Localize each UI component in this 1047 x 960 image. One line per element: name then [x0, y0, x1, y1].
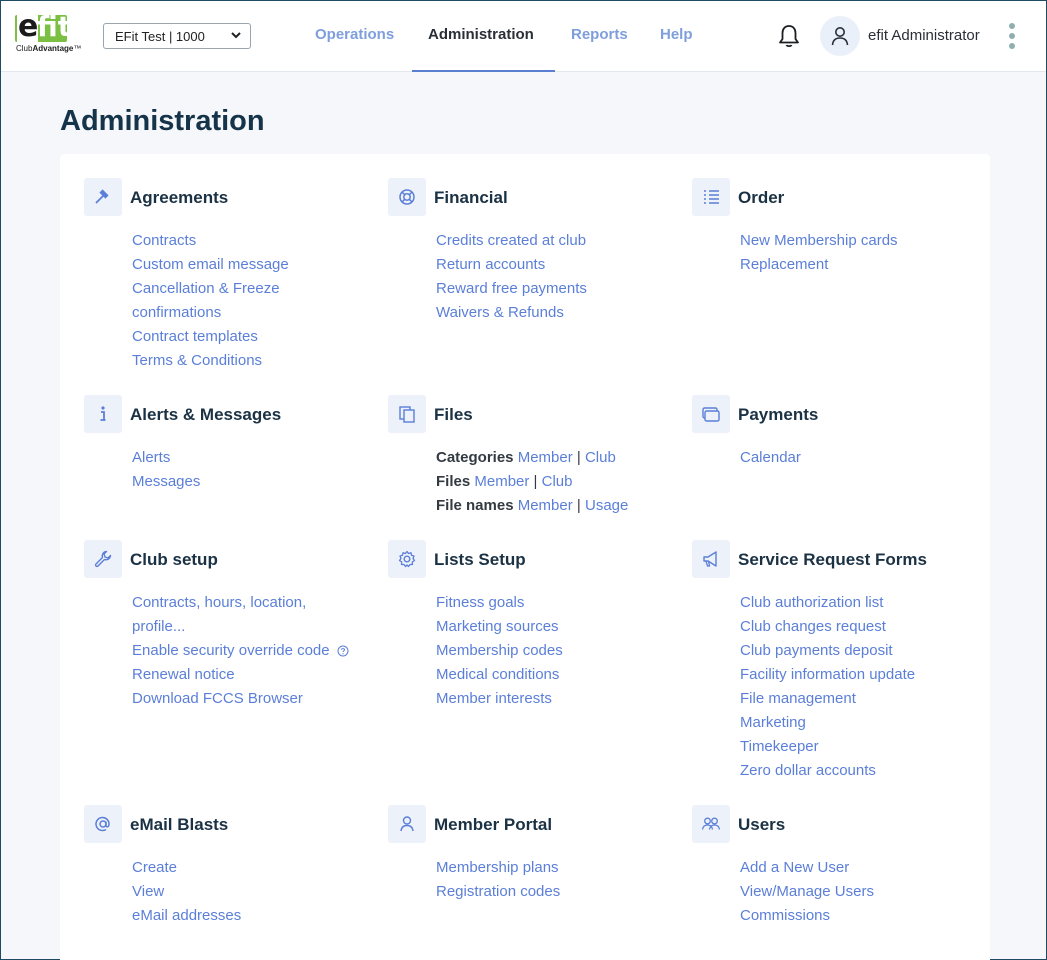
link-waivers-refunds[interactable]: Waivers & Refunds [436, 301, 676, 325]
files-row-categories: Categories Member | Club [436, 449, 616, 466]
user-icon [831, 27, 849, 46]
cards-icon [692, 395, 730, 433]
link-view[interactable]: View [132, 880, 372, 904]
link-cancellation-freeze[interactable]: Cancellation & Freeze confirmations [132, 277, 292, 325]
link-calendar[interactable]: Calendar [740, 446, 980, 470]
megaphone-icon [692, 540, 730, 578]
security-override-row: Enable security override code [132, 639, 372, 663]
section-title: Service Request Forms [738, 550, 927, 569]
section-title: Alerts & Messages [130, 405, 282, 424]
section-title: Files [434, 405, 473, 424]
link-view-manage-users[interactable]: View/Manage Users [740, 880, 980, 904]
link-new-membership-cards[interactable]: New Membership cards [740, 229, 980, 253]
link-marketing[interactable]: Marketing [740, 711, 980, 735]
avatar[interactable] [820, 16, 860, 56]
link-club-authorization-list[interactable]: Club authorization list [740, 591, 980, 615]
link-reward-free-payments[interactable]: Reward free payments [436, 277, 676, 301]
link-file-names-usage[interactable]: Usage [585, 497, 628, 514]
link-contracts[interactable]: Contracts [132, 229, 372, 253]
link-download-fccs-browser[interactable]: Download FCCS Browser [132, 687, 372, 711]
section-title: Payments [738, 405, 819, 424]
section-title: Lists Setup [434, 550, 526, 569]
link-email-addresses[interactable]: eMail addresses [132, 904, 372, 928]
logo-e: e [17, 9, 38, 44]
section-title: Users [738, 815, 786, 834]
link-alerts[interactable]: Alerts [132, 446, 372, 470]
link-membership-codes[interactable]: Membership codes [436, 639, 676, 663]
link-create[interactable]: Create [132, 856, 372, 880]
nav-administration[interactable]: Administration [428, 26, 534, 43]
gear-icon [388, 540, 426, 578]
efit-logo[interactable]: e fit ClubAdvantage™ [15, 9, 89, 57]
link-fitness-goals[interactable]: Fitness goals [436, 591, 676, 615]
page-title: Administration [60, 105, 265, 137]
nav-reports[interactable]: Reports [571, 26, 628, 43]
files-row-file-names: File names Member | Usage [436, 497, 629, 514]
at-icon [84, 805, 122, 843]
link-membership-plans[interactable]: Membership plans [436, 856, 676, 880]
link-registration-codes[interactable]: Registration codes [436, 880, 676, 904]
link-categories-club[interactable]: Club [585, 449, 616, 466]
club-select[interactable]: EFit Test | 1000 [103, 23, 251, 49]
chevron-down-icon [231, 32, 241, 39]
link-contracts-hours-location[interactable]: Contracts, hours, location, profile... [132, 591, 332, 639]
more-menu-icon[interactable] [1009, 23, 1017, 51]
users-icon [692, 805, 730, 843]
nav-operations[interactable]: Operations [315, 26, 394, 43]
link-files-member[interactable]: Member [474, 473, 529, 490]
section-title: Member Portal [434, 815, 553, 834]
section-title: Agreements [130, 188, 229, 207]
link-files-club[interactable]: Club [542, 473, 573, 490]
link-add-new-user[interactable]: Add a New User [740, 856, 980, 880]
link-commissions[interactable]: Commissions [740, 904, 980, 928]
link-renewal-notice[interactable]: Renewal notice [132, 663, 372, 687]
link-zero-dollar-accounts[interactable]: Zero dollar accounts [740, 759, 980, 783]
link-medical-conditions[interactable]: Medical conditions [436, 663, 676, 687]
link-credits-created[interactable]: Credits created at club [436, 229, 676, 253]
section-title: Order [738, 188, 785, 207]
list-icon [692, 178, 730, 216]
link-messages[interactable]: Messages [132, 470, 372, 494]
active-tab-indicator [412, 70, 555, 72]
files-row-files: Files Member | Club [436, 473, 573, 490]
copy-icon [388, 395, 426, 433]
bell-icon[interactable] [777, 23, 801, 49]
link-club-payments-deposit[interactable]: Club payments deposit [740, 639, 980, 663]
info-icon [84, 395, 122, 433]
link-categories-member[interactable]: Member [518, 449, 573, 466]
link-enable-security-override[interactable]: Enable security override code [132, 642, 330, 659]
link-facility-information-update[interactable]: Facility information update [740, 663, 980, 687]
user-name[interactable]: efit Administrator [868, 27, 980, 44]
link-marketing-sources[interactable]: Marketing sources [436, 615, 676, 639]
wrench-icon [84, 540, 122, 578]
logo-subtitle: ClubAdvantage™ [16, 44, 82, 53]
row-label: Files [436, 473, 471, 490]
admin-card: Agreements Contracts Custom email messag… [60, 154, 990, 960]
section-title: Club setup [130, 550, 218, 569]
gavel-icon [84, 178, 122, 216]
link-terms-conditions[interactable]: Terms & Conditions [132, 349, 372, 373]
section-title: Financial [434, 188, 508, 207]
top-bar: e fit ClubAdvantage™ EFit Test | 1000 Op… [1, 1, 1046, 72]
row-label: Categories [436, 449, 514, 466]
nav-help[interactable]: Help [660, 26, 693, 43]
help-icon[interactable] [337, 645, 349, 657]
link-club-changes-request[interactable]: Club changes request [740, 615, 980, 639]
person-icon [388, 805, 426, 843]
section-title: eMail Blasts [130, 815, 229, 834]
logo-fit: fit [37, 10, 72, 43]
club-select-value: EFit Test | 1000 [115, 29, 205, 44]
link-return-accounts[interactable]: Return accounts [436, 253, 676, 277]
link-replacement[interactable]: Replacement [740, 253, 980, 277]
link-file-names-member[interactable]: Member [518, 497, 573, 514]
row-label: File names [436, 497, 514, 514]
link-contract-templates[interactable]: Contract templates [132, 325, 372, 349]
link-file-management[interactable]: File management [740, 687, 980, 711]
lifebuoy-icon [388, 178, 426, 216]
link-timekeeper[interactable]: Timekeeper [740, 735, 980, 759]
link-member-interests[interactable]: Member interests [436, 687, 676, 711]
link-custom-email-message[interactable]: Custom email message [132, 253, 372, 277]
